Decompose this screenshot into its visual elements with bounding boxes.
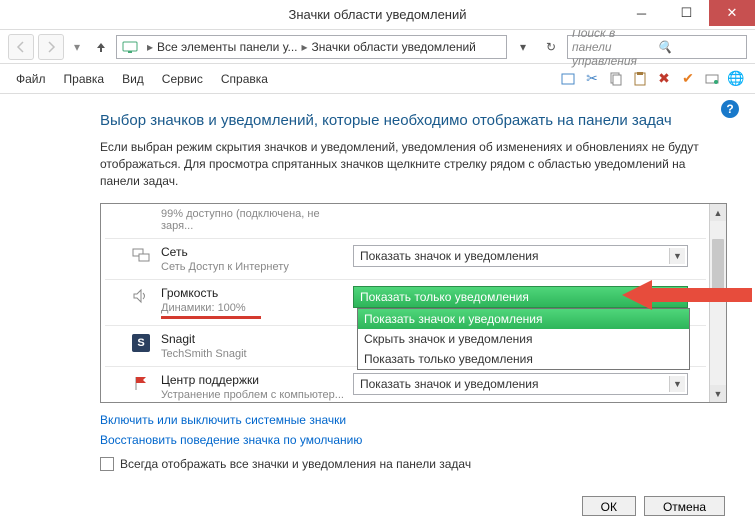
search-placeholder: Поиск в панели управления: [572, 26, 657, 68]
search-input[interactable]: Поиск в панели управления 🔍: [567, 35, 747, 59]
refresh-button[interactable]: ↻: [539, 40, 563, 54]
menu-view[interactable]: Вид: [114, 68, 152, 90]
tool-delete-icon[interactable]: ✖: [653, 68, 675, 90]
behavior-combo-open[interactable]: Показать только уведомления ▼: [353, 286, 688, 308]
breadcrumb[interactable]: ▸ Все элементы панели у... ▸ Значки обла…: [116, 35, 507, 59]
link-system-icons[interactable]: Включить или выключить системные значки: [100, 413, 727, 427]
icon-row: 99% доступно (подключена, не заря...: [105, 204, 706, 239]
combo-value: Показать только уведомления: [360, 290, 529, 304]
row-subtitle: Динамики: 100%: [161, 302, 353, 314]
row-title: Snagit: [161, 332, 353, 346]
link-restore-defaults[interactable]: Восстановить поведение значка по умолчан…: [100, 433, 727, 447]
always-show-checkbox-row: Всегда отображать все значки и уведомлен…: [100, 457, 727, 471]
tool-paste-icon[interactable]: [629, 68, 651, 90]
tool-copy-icon[interactable]: [605, 68, 627, 90]
minimize-button[interactable]: ─: [619, 0, 664, 26]
cancel-button[interactable]: Отмена: [644, 496, 725, 516]
flag-icon: [129, 375, 153, 391]
row-subtitle: Устранение проблем с компьютер...: [161, 389, 353, 401]
menu-service[interactable]: Сервис: [154, 68, 211, 90]
icon-row-network: Сеть Сеть Доступ к Интернету Показать зн…: [105, 239, 706, 280]
footer-buttons: ОК Отмена: [582, 496, 725, 516]
snagit-icon: S: [129, 334, 153, 352]
tool-check-icon[interactable]: ✔: [677, 68, 699, 90]
row-title: Центр поддержки: [161, 373, 353, 387]
ok-button[interactable]: ОК: [582, 496, 636, 516]
maximize-button[interactable]: ☐: [664, 0, 709, 26]
menu-edit[interactable]: Правка: [56, 68, 113, 90]
tool-organize-icon[interactable]: [557, 68, 579, 90]
dropdown-option[interactable]: Показать только уведомления: [358, 349, 689, 369]
menu-help[interactable]: Справка: [213, 68, 276, 90]
volume-icon: [129, 288, 153, 304]
nav-up-button[interactable]: [90, 40, 112, 54]
navbar: ▾ ▸ Все элементы панели у... ▸ Значки об…: [0, 30, 755, 64]
behavior-dropdown-list: Показать значок и уведомления Скрыть зна…: [357, 308, 690, 370]
behavior-combo[interactable]: Показать значок и уведомления ▼: [353, 373, 688, 395]
row-subtitle: 99% доступно (подключена, не заря...: [161, 208, 353, 232]
breadcrumb-part[interactable]: Все элементы панели у...: [157, 40, 297, 54]
help-icon[interactable]: ?: [721, 100, 739, 118]
dropdown-option[interactable]: Скрыть значок и уведомления: [358, 329, 689, 349]
tool-globe-icon[interactable]: 🌐: [725, 68, 747, 90]
accent-underline: [161, 316, 261, 319]
window-controls: ─ ☐ ✕: [619, 0, 755, 26]
chevron-down-icon: ▼: [669, 376, 685, 392]
row-subtitle: TechSmith Snagit: [161, 348, 353, 360]
combo-value: Показать значок и уведомления: [360, 377, 539, 391]
breadcrumb-part[interactable]: Значки области уведомлений: [312, 40, 476, 54]
menu-file[interactable]: Файл: [8, 68, 54, 90]
combo-value: Показать значок и уведомления: [360, 249, 539, 263]
dropdown-option[interactable]: Показать значок и уведомления: [358, 309, 689, 329]
scroll-down-button[interactable]: ▼: [710, 385, 726, 402]
close-button[interactable]: ✕: [709, 0, 755, 26]
chevron-right-icon: ▸: [147, 40, 153, 54]
menubar: Файл Правка Вид Сервис Справка ✂ ✖ ✔ 🌐: [0, 64, 755, 94]
always-show-checkbox[interactable]: [100, 457, 114, 471]
scrollbar[interactable]: ▲ ▼: [709, 204, 726, 402]
scroll-thumb[interactable]: [712, 239, 724, 289]
chevron-down-icon: ▼: [669, 289, 685, 305]
behavior-combo[interactable]: Показать значок и уведомления ▼: [353, 245, 688, 267]
links-section: Включить или выключить системные значки …: [100, 413, 727, 447]
row-title: Сеть: [161, 245, 353, 259]
tool-properties-icon[interactable]: [701, 68, 723, 90]
chevron-down-icon: ▼: [669, 248, 685, 264]
page-heading: Выбор значков и уведомлений, которые нео…: [100, 112, 727, 129]
row-title: Громкость: [161, 286, 353, 300]
checkbox-label: Всегда отображать все значки и уведомлен…: [120, 457, 471, 471]
page-description: Если выбран режим скрытия значков и увед…: [100, 139, 700, 189]
row-subtitle: Сеть Доступ к Интернету: [161, 261, 353, 273]
icons-panel: 99% доступно (подключена, не заря... Сет…: [100, 203, 727, 403]
content-area: ? Выбор значков и уведомлений, которые н…: [0, 94, 755, 481]
nav-back-button[interactable]: [8, 34, 34, 60]
tool-cut-icon[interactable]: ✂: [581, 68, 603, 90]
titlebar: Значки области уведомлений ─ ☐ ✕: [0, 0, 755, 30]
search-icon: 🔍: [657, 40, 742, 54]
icon-row-action-center: Центр поддержки Устранение проблем с ком…: [105, 367, 706, 403]
nav-forward-button[interactable]: [38, 34, 64, 60]
chevron-right-icon: ▸: [302, 40, 308, 54]
network-icon: [129, 247, 153, 263]
control-panel-icon: [121, 39, 139, 55]
breadcrumb-dropdown[interactable]: ▾: [511, 40, 535, 54]
scroll-up-button[interactable]: ▲: [710, 204, 726, 221]
nav-history-dropdown[interactable]: ▾: [68, 40, 86, 54]
